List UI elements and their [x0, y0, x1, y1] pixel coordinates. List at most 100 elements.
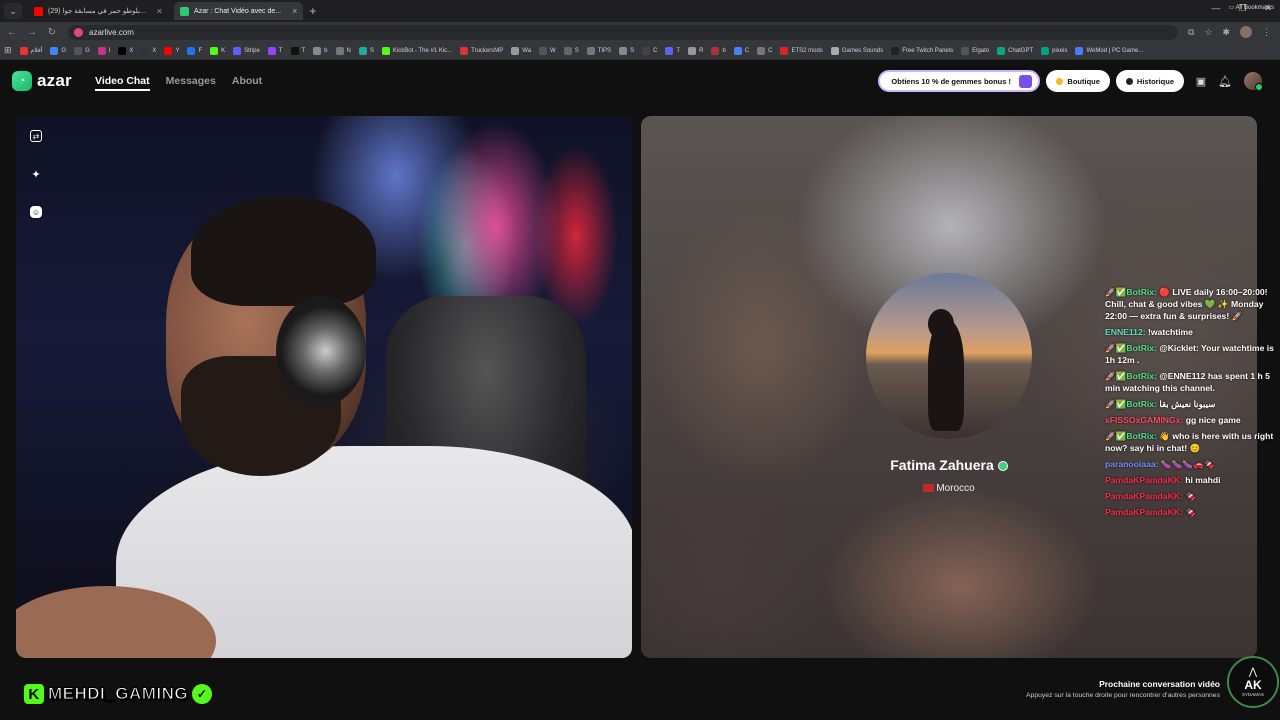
- apps-grid-icon[interactable]: ⊞: [4, 45, 12, 56]
- bookmark-item[interactable]: I: [97, 46, 110, 55]
- bookmark-item[interactable]: Y: [164, 46, 179, 55]
- forward-icon[interactable]: →: [24, 27, 40, 38]
- partner-profile-photo: [866, 273, 1032, 439]
- bookmark-label: أفلام: [30, 48, 43, 54]
- chat-text: 🍫: [1185, 507, 1196, 517]
- nav-messages[interactable]: Messages: [166, 75, 216, 91]
- bookmark-item[interactable]: F: [187, 46, 202, 55]
- bookmark-label: C: [744, 47, 750, 54]
- all-bookmarks-button[interactable]: ▭ All Bookmarks: [1229, 4, 1274, 11]
- historique-label: Historique: [1136, 76, 1174, 86]
- bookmark-item[interactable]: أفلام: [19, 46, 43, 55]
- bookmark-item[interactable]: Free Twitch Panels: [891, 46, 953, 55]
- bookmark-item[interactable]: WeMod | PC Game...: [1075, 46, 1143, 55]
- minimize-icon[interactable]: —: [1211, 3, 1220, 14]
- chat-message: PamdaKPamdaKK: 🍫: [1105, 490, 1280, 502]
- inbox-icon[interactable]: ▣: [1194, 74, 1208, 88]
- bookmark-label: W: [550, 47, 556, 54]
- tab-search-icon[interactable]: ⌄: [4, 3, 22, 19]
- effects-wand-icon[interactable]: ✦: [30, 168, 42, 181]
- bookmark-label: Games Sounds: [841, 47, 884, 54]
- chat-message: PamdaKPamdaKK: 🍫: [1105, 506, 1280, 518]
- bookmark-item[interactable]: Stripe: [233, 46, 260, 55]
- browser-toolbar: ← → ↻ azarlive.com ⧉ ☆ ✱ ⋮: [0, 22, 1280, 42]
- bookmark-label: TIPS: [597, 47, 612, 54]
- chat-username: ENNE112:: [1105, 327, 1146, 337]
- install-app-icon[interactable]: ⧉: [1188, 27, 1194, 38]
- bookmark-item[interactable]: X: [118, 46, 134, 55]
- new-tab-icon[interactable]: +: [309, 4, 316, 18]
- next-conversation-hint: Appuyez sur la touche droite pour rencon…: [1026, 692, 1220, 699]
- bookmark-item[interactable]: TruckersMP: [460, 46, 503, 55]
- bookmark-item[interactable]: KickBot - The #1 Kic...: [381, 46, 452, 55]
- user-avatar[interactable]: [1244, 72, 1263, 91]
- bookmark-favicon-icon: [711, 46, 720, 55]
- chat-username: xFISSOxGAMINGx:: [1105, 415, 1184, 425]
- bookmark-item[interactable]: Games Sounds: [830, 46, 884, 55]
- streamer-name: MEHDI_GAMING: [47, 684, 189, 704]
- close-tab-icon[interactable]: ×: [157, 6, 162, 16]
- bookmark-item[interactable]: Wa: [511, 46, 531, 55]
- bookmark-item[interactable]: C: [757, 46, 772, 55]
- bookmark-item[interactable]: T: [665, 46, 680, 55]
- ak-logo-text: AK: [1244, 678, 1262, 692]
- clock-icon: [1125, 77, 1133, 85]
- address-bar[interactable]: azarlive.com: [68, 24, 1178, 40]
- bookmark-item[interactable]: X: [141, 46, 156, 55]
- toolbar-actions: ⧉ ☆ ✱ ⋮: [1188, 26, 1271, 38]
- bookmark-item[interactable]: S: [358, 46, 374, 55]
- bookmark-item[interactable]: b: [313, 46, 328, 55]
- chat-message: PamdaKPamdaKK: hi mahdi: [1105, 474, 1280, 486]
- historique-button[interactable]: Historique: [1115, 70, 1184, 92]
- browser-tab-azar[interactable]: Azar : Chat Vidéo avec de... ×: [174, 2, 304, 20]
- bookmark-item[interactable]: G: [50, 46, 66, 55]
- bookmark-star-icon[interactable]: ☆: [1204, 27, 1212, 38]
- url-text: azarlive.com: [89, 27, 134, 37]
- bookmark-item[interactable]: Elgato: [961, 46, 989, 55]
- bookmark-item[interactable]: T: [290, 46, 305, 55]
- bookmark-item[interactable]: T: [267, 46, 283, 55]
- gift-icon: [1019, 75, 1033, 88]
- bookmark-item[interactable]: C: [733, 46, 750, 55]
- bookmark-label: N: [346, 47, 351, 54]
- browser-tab-bar: ⌄ (29) بلوطو حمر في مسابقة جوا... × Azar…: [0, 0, 1280, 22]
- bookmark-item[interactable]: b: [711, 46, 726, 55]
- headphone: [276, 296, 366, 406]
- bookmark-item[interactable]: R: [688, 46, 703, 55]
- bookmark-item[interactable]: N: [335, 46, 351, 55]
- close-tab-icon[interactable]: ×: [292, 6, 297, 16]
- bell-icon[interactable]: 🔔︎: [1218, 74, 1232, 88]
- bookmark-item[interactable]: G: [74, 46, 90, 55]
- browser-tab-youtube[interactable]: (29) بلوطو حمر في مسابقة جوا... ×: [28, 2, 168, 20]
- bookmark-item[interactable]: S: [619, 46, 634, 55]
- bookmark-label: X: [129, 47, 134, 54]
- profile-avatar-icon[interactable]: [1240, 26, 1253, 38]
- gems-promo-button[interactable]: Obtiens 10 % de gemmes bonus !: [878, 70, 1041, 92]
- back-icon[interactable]: ←: [4, 27, 20, 38]
- nav-video-chat[interactable]: Video Chat: [95, 75, 150, 91]
- camera-switch-icon[interactable]: ⇄: [30, 130, 42, 142]
- bookmark-item[interactable]: ETS2 mods: [780, 46, 823, 55]
- bookmark-item[interactable]: W: [539, 46, 556, 55]
- bookmark-item[interactable]: TIPS: [586, 46, 612, 55]
- azar-logo[interactable]: ◔ azar: [12, 71, 72, 91]
- face-mask-icon[interactable]: ☺: [30, 206, 42, 218]
- bookmark-item[interactable]: C: [642, 46, 657, 55]
- site-info-icon[interactable]: [74, 27, 83, 37]
- bookmark-item[interactable]: K: [210, 46, 225, 55]
- bookmark-label: S: [369, 47, 374, 54]
- menu-dots-icon[interactable]: ⋮: [1262, 27, 1271, 38]
- bookmark-item[interactable]: ChatGPT: [997, 46, 1033, 55]
- extensions-icon[interactable]: ✱: [1223, 27, 1231, 38]
- bookmark-item[interactable]: pixels: [1041, 46, 1067, 55]
- bookmarks-bar: ⊞ أفلام G G I X X Y F K Stripe T Tb N S KickBot - The …: [0, 42, 1280, 60]
- nav-about[interactable]: About: [232, 75, 262, 91]
- chat-username: 🚀✅BotRix:: [1105, 431, 1157, 441]
- boutique-button[interactable]: Boutique: [1046, 70, 1110, 92]
- morocco-flag-icon: [923, 484, 935, 493]
- reload-icon[interactable]: ↻: [44, 27, 60, 38]
- bookmark-item[interactable]: S: [563, 46, 579, 55]
- bookmark-favicon-icon: [642, 46, 651, 55]
- bookmark-favicon-icon: [688, 46, 697, 55]
- bookmark-label: ETS2 mods: [791, 47, 823, 54]
